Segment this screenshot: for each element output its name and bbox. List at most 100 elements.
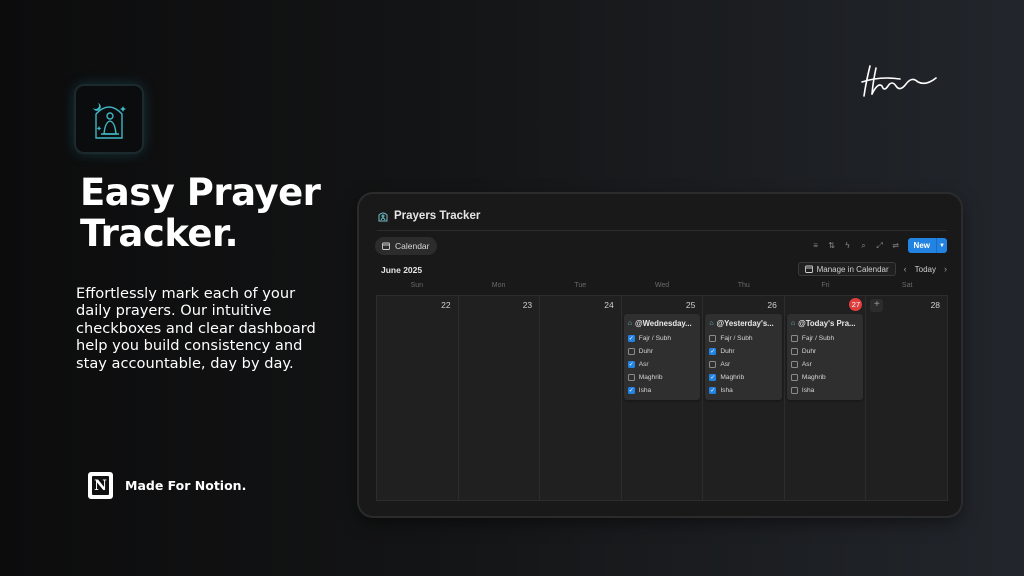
weekday-label: Wed — [654, 282, 670, 289]
sort-icon[interactable]: ⇅ — [828, 241, 836, 250]
signature-logo — [861, 65, 937, 97]
day-number: 25 — [685, 300, 696, 310]
new-button[interactable]: New ▼ — [907, 238, 947, 253]
prayer-checkbox-row[interactable]: Asr — [709, 358, 778, 371]
database-title-text[interactable]: Prayers Tracker — [394, 210, 480, 222]
chevron-down-icon[interactable]: ▼ — [936, 238, 947, 253]
calendar-day-cell[interactable]: 27 ⌂ @Today's Pra... Fajr / Subh Duhr Asr Magh… — [784, 296, 867, 500]
checkbox-unchecked[interactable] — [790, 335, 798, 342]
prayer-checkbox-row[interactable]: ✓ Maghrib — [709, 371, 778, 384]
prayer-card[interactable]: ⌂ @Today's Pra... Fajr / Subh Duhr Asr Maghri… — [786, 314, 864, 400]
notion-window: Prayers Tracker Calendar ≡ ⇅ ϟ ⌕ ⤢ ⇌ New… — [359, 194, 961, 516]
prayer-label: Asr — [638, 361, 649, 368]
prayer-label: Asr — [801, 361, 812, 368]
checkbox-unchecked[interactable] — [790, 387, 798, 394]
prayer-label: Duhr — [638, 348, 654, 355]
manage-button-label: Manage in Calendar — [816, 264, 889, 274]
settings-icon[interactable]: ⇌ — [892, 241, 900, 250]
prayer-checkbox-row[interactable]: Maghrib — [790, 371, 860, 384]
prayer-checkbox-row[interactable]: ✓ Asr — [627, 358, 697, 371]
automation-icon[interactable]: ϟ — [844, 241, 852, 250]
checkbox-checked[interactable]: ✓ — [627, 361, 635, 368]
calendar-icon — [804, 265, 813, 273]
calendar-controls: Manage in Calendar ‹ Today › — [797, 262, 947, 276]
chevron-right-icon[interactable]: › — [944, 264, 947, 274]
prayer-checkbox-row[interactable]: ✓ Fajr / Subh — [627, 332, 697, 345]
card-title: ⌂ @Today's Pra... — [791, 317, 860, 329]
day-number: 28 — [930, 300, 941, 310]
prayer-checkbox-row[interactable]: ✓ Isha — [627, 384, 697, 397]
chevron-left-icon[interactable]: ‹ — [904, 264, 907, 274]
mosque-prayer-icon — [93, 103, 126, 139]
title-divider — [377, 230, 947, 231]
day-number: 24 — [604, 300, 614, 310]
prayer-checkbox-row[interactable]: ✓ Duhr — [709, 345, 778, 358]
checkbox-checked[interactable]: ✓ — [627, 335, 635, 342]
prayer-card[interactable]: ⌂ @Yesterday's... Fajr / Subh ✓ Duhr Asr ✓ Magh… — [705, 314, 782, 400]
prayer-label: Isha — [638, 387, 652, 394]
calendar-day-cell[interactable]: 26 ⌂ @Yesterday's... Fajr / Subh ✓ Duhr Asr ✓ Ma… — [703, 296, 785, 500]
calendar-grid: 22 23 24 25 ⌂ @Wednesday... ✓ Fajr / Subh Duhr ✓ A… — [376, 295, 948, 501]
prayer-label: Duhr — [801, 348, 817, 355]
checkbox-checked[interactable]: ✓ — [709, 374, 717, 381]
tab-calendar[interactable]: Calendar — [375, 237, 437, 255]
checkbox-checked[interactable]: ✓ — [709, 387, 717, 394]
prayer-icon: ⌂ — [627, 319, 632, 327]
today-button[interactable]: Today — [915, 265, 936, 274]
weekday-label: Fri — [821, 282, 830, 289]
checkbox-unchecked[interactable] — [790, 374, 798, 381]
manage-in-calendar-button[interactable]: Manage in Calendar — [797, 262, 896, 276]
calendar-day-cell[interactable]: 28 + — [866, 296, 948, 500]
day-number: 26 — [767, 300, 777, 310]
card-title-text: @Yesterday's... — [716, 318, 774, 328]
prayer-icon: ⌂ — [709, 319, 714, 327]
prayer-label: Isha — [720, 387, 733, 394]
prayer-label: Maghrib — [638, 374, 663, 381]
card-title: ⌂ @Yesterday's... — [709, 317, 778, 329]
prayer-label: Maghrib — [720, 374, 745, 381]
prayer-label: Fajr / Subh — [720, 335, 753, 342]
hero-description: Effortlessly mark each of your daily pra… — [76, 285, 316, 372]
day-number: 22 — [441, 300, 451, 310]
weekday-label: Mon — [491, 282, 506, 289]
checkbox-unchecked[interactable] — [627, 348, 635, 355]
expand-icon[interactable]: ⤢ — [876, 241, 884, 250]
calendar-day-cell[interactable]: 25 ⌂ @Wednesday... ✓ Fajr / Subh Duhr ✓ Asr Magh… — [621, 296, 704, 500]
weekday-label: Sun — [410, 282, 424, 289]
calendar-day-cell[interactable]: 22 — [377, 296, 459, 500]
prayer-label: Fajr / Subh — [638, 335, 671, 342]
prayer-checkbox-row[interactable]: Duhr — [790, 345, 860, 358]
prayer-label: Duhr — [720, 348, 735, 355]
weekday-header: Sun Mon Tue Wed Thu Fri Sat — [376, 282, 948, 289]
search-icon[interactable]: ⌕ — [860, 241, 868, 250]
filter-icon[interactable]: ≡ — [812, 241, 820, 250]
database-toolbar: ≡ ⇅ ϟ ⌕ ⤢ ⇌ New ▼ — [812, 238, 947, 253]
prayer-checkbox-row[interactable]: Asr — [790, 358, 860, 371]
prayer-card[interactable]: ⌂ @Wednesday... ✓ Fajr / Subh Duhr ✓ Asr Maghri… — [623, 314, 701, 400]
prayer-checkbox-row[interactable]: Isha — [790, 384, 860, 397]
prayer-checkbox-row[interactable]: ✓ Isha — [709, 384, 778, 397]
prayer-checkbox-row[interactable]: Fajr / Subh — [709, 332, 778, 345]
calendar-day-cell[interactable]: 24 — [540, 296, 622, 500]
checkbox-checked[interactable]: ✓ — [627, 387, 635, 394]
card-title-text: @Today's Pra... — [798, 318, 856, 328]
card-title-text: @Wednesday... — [634, 318, 692, 328]
checkbox-unchecked[interactable] — [790, 348, 798, 355]
checkbox-checked[interactable]: ✓ — [709, 348, 717, 355]
checkbox-unchecked[interactable] — [627, 374, 635, 381]
calendar-day-cell[interactable]: 23 — [458, 296, 541, 500]
month-label: June 2025 — [381, 265, 423, 275]
checkbox-unchecked[interactable] — [709, 361, 717, 368]
weekday-label: Tue — [574, 282, 587, 289]
calendar-icon — [382, 242, 390, 250]
checkbox-unchecked[interactable] — [790, 361, 798, 368]
checkbox-unchecked[interactable] — [709, 335, 717, 342]
badge-label: Made For Notion. — [125, 478, 247, 493]
prayer-checkbox-row[interactable]: Fajr / Subh — [790, 332, 860, 345]
app-logo — [76, 86, 142, 152]
hero-title: Easy Prayer Tracker. — [80, 171, 321, 255]
add-entry-button[interactable]: + — [870, 299, 884, 312]
prayer-checkbox-row[interactable]: Maghrib — [627, 371, 697, 384]
prayer-checkbox-row[interactable]: Duhr — [627, 345, 697, 358]
prayer-icon: ⌂ — [790, 319, 796, 327]
